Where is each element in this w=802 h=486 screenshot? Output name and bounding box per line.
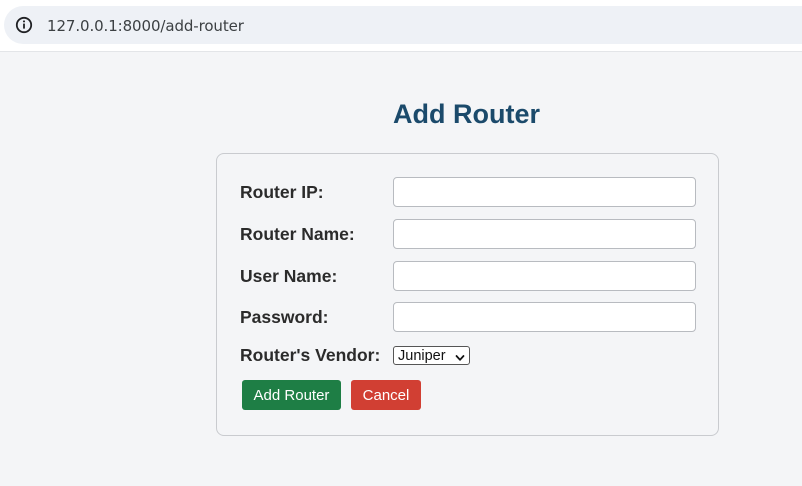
- router-ip-label: Router IP:: [240, 182, 324, 202]
- password-label: Password:: [240, 307, 329, 327]
- vendor-label: Router's Vendor:: [240, 345, 381, 365]
- user-name-label: User Name:: [240, 266, 338, 286]
- browser-toolbar: 127.0.0.1:8000/add-router: [0, 0, 802, 52]
- router-name-input[interactable]: [393, 219, 696, 249]
- router-ip-input[interactable]: [393, 177, 696, 207]
- chevron-down-icon: [455, 351, 465, 361]
- address-bar[interactable]: 127.0.0.1:8000/add-router: [4, 6, 802, 44]
- address-bar-url[interactable]: 127.0.0.1:8000/add-router: [47, 17, 244, 35]
- user-name-input[interactable]: [393, 261, 696, 291]
- vendor-selected-value: Juniper: [398, 347, 446, 364]
- password-input[interactable]: [393, 302, 696, 332]
- router-name-label: Router Name:: [240, 224, 355, 244]
- vendor-select[interactable]: Juniper: [393, 346, 470, 365]
- add-router-button[interactable]: Add Router: [242, 380, 341, 410]
- info-icon[interactable]: [15, 16, 33, 34]
- page-title: Add Router: [393, 99, 540, 129]
- cancel-button[interactable]: Cancel: [351, 380, 421, 410]
